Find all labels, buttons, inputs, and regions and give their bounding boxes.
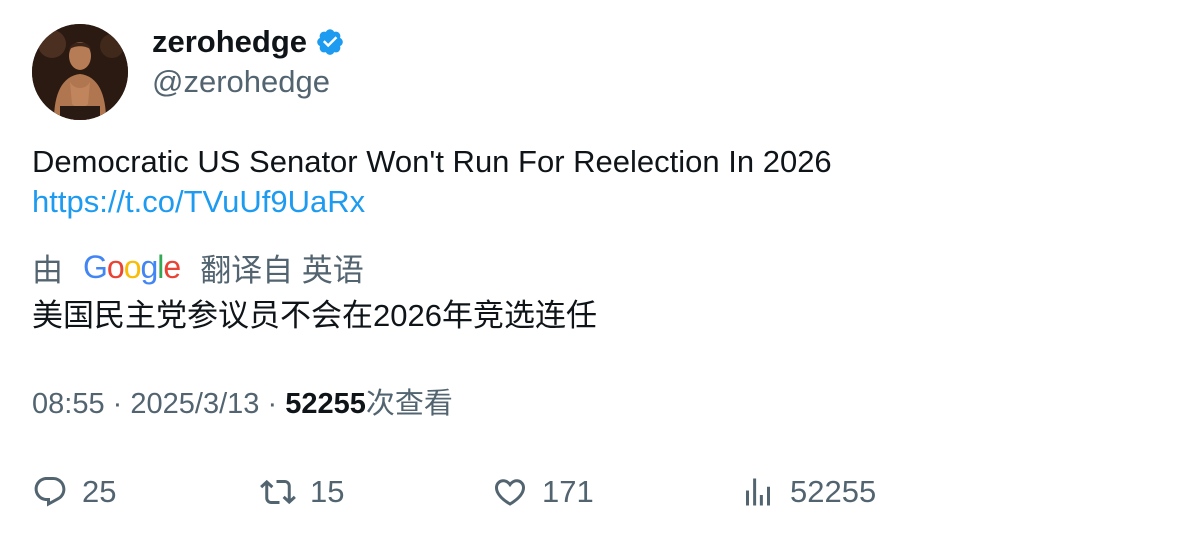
tweet-meta: 08:55 · 2025/3/13 · 52255次查看	[32, 384, 453, 424]
tweet-time[interactable]: 08:55	[32, 388, 105, 420]
reply-count: 25	[82, 474, 117, 509]
translated-text: 美国民主党参议员不会在2026年竞选连任	[32, 298, 597, 333]
reply-button[interactable]: 25	[32, 472, 116, 512]
tweet-date[interactable]: 2025/3/13	[130, 388, 259, 420]
views-action-count: 52255	[790, 474, 877, 509]
retweet-button[interactable]: 15	[260, 472, 344, 512]
like-count: 171	[542, 474, 594, 509]
tweet-text: Democratic US Senator Won't Run For Reel…	[32, 144, 832, 179]
author-name-row: zerohedge	[152, 22, 345, 62]
action-bar: 25 15 171 52255	[32, 472, 1172, 512]
views-count: 52255	[285, 388, 366, 420]
translation-attribution: 由 Google 翻译自 英语	[32, 247, 364, 288]
bar-chart-icon	[746, 478, 770, 506]
author-display-name[interactable]: zerohedge	[152, 22, 307, 62]
verified-badge-icon[interactable]	[315, 27, 345, 57]
google-logo[interactable]: Google	[83, 249, 181, 286]
views-label: 次查看	[365, 388, 453, 420]
like-button[interactable]: 171	[492, 472, 594, 512]
avatar[interactable]	[32, 24, 128, 120]
translation-prefix: 由	[32, 252, 63, 288]
retweet-icon	[260, 479, 296, 505]
tweet-link[interactable]: https://t.co/TVuUf9UaRx	[32, 182, 365, 222]
views-button[interactable]: 52255	[740, 472, 876, 512]
retweet-count: 15	[310, 474, 345, 509]
translation-suffix: 翻译自 英语	[200, 252, 364, 288]
avatar-image	[32, 24, 128, 120]
heart-icon	[494, 479, 526, 506]
reply-icon	[34, 477, 66, 507]
author-handle[interactable]: @zerohedge	[152, 62, 330, 102]
meta-separator: ·	[267, 388, 278, 420]
meta-separator: ·	[112, 388, 123, 420]
